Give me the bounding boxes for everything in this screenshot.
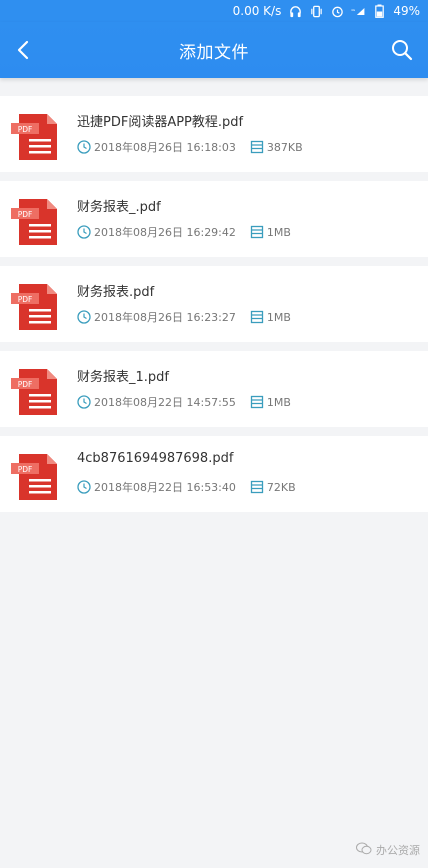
file-date: 2018年08月22日 14:57:55	[94, 396, 236, 409]
clock-icon	[77, 480, 91, 494]
file-date: 2018年08月26日 16:23:27	[94, 311, 236, 324]
pdf-icon-label: PDF	[18, 125, 33, 134]
status-bar: 0.00 K/s 4G 49%	[0, 0, 428, 22]
headphones-icon	[288, 4, 302, 18]
pdf-icon-label: PDF	[18, 380, 33, 389]
file-meta: 2018年08月26日 16:29:42 1MB	[77, 223, 291, 241]
file-name: 4cb8761694987698.pdf	[77, 451, 234, 466]
pdf-icon-label: PDF	[18, 210, 33, 219]
clock-icon	[77, 225, 91, 239]
svg-text:4G: 4G	[351, 7, 356, 11]
file-size: 387KB	[266, 140, 303, 154]
storage-icon	[250, 480, 264, 494]
search-icon[interactable]	[388, 36, 416, 64]
file-size: 1MB	[266, 225, 291, 239]
file-date: 2018年08月26日 16:29:42	[94, 226, 236, 239]
chevron-left-icon[interactable]	[10, 36, 38, 64]
file-list-item[interactable]: PDF 迅捷PDF阅读器APP教程.pdf 2018年08月26日 16:18:…	[0, 96, 428, 172]
file-list-item[interactable]: PDF 财务报表_1.pdf 2018年08月22日 14:57:55 1MB	[0, 351, 428, 427]
file-meta: 2018年08月26日 16:18:03 387KB	[77, 138, 303, 156]
vibrate-icon	[309, 4, 323, 18]
file-name: 财务报表_1.pdf	[77, 370, 169, 385]
battery-percent: 49%	[393, 4, 420, 18]
file-date: 2018年08月26日 16:18:03	[94, 141, 236, 154]
battery-icon	[372, 4, 386, 18]
file-size: 1MB	[266, 310, 291, 324]
pdf-file-icon: PDF	[11, 114, 59, 160]
file-list-item[interactable]: PDF 财务报表_.pdf 2018年08月26日 16:29:42 1MB	[0, 181, 428, 257]
file-meta: 2018年08月22日 14:57:55 1MB	[77, 393, 291, 411]
file-list-item[interactable]: PDF 财务报表.pdf 2018年08月26日 16:23:27 1MB	[0, 266, 428, 342]
signal-icon: 4G	[351, 4, 365, 18]
network-speed: 0.00 K/s	[232, 4, 282, 18]
file-list-item[interactable]: PDF 4cb8761694987698.pdf 2018年08月22日 16:…	[0, 436, 428, 512]
storage-icon	[250, 225, 264, 239]
storage-icon	[250, 140, 264, 154]
watermark-text: 办公资源	[376, 844, 420, 857]
page-title: 添加文件	[179, 42, 249, 63]
clock-icon	[77, 395, 91, 409]
storage-icon	[250, 395, 264, 409]
pdf-file-icon: PDF	[11, 369, 59, 415]
storage-icon	[250, 310, 264, 324]
pdf-icon-label: PDF	[18, 295, 33, 304]
file-meta: 2018年08月22日 16:53:40 72KB	[77, 478, 296, 496]
app-bar: 添加文件	[0, 22, 428, 78]
pdf-file-icon: PDF	[11, 454, 59, 500]
watermark: 办公资源	[356, 842, 420, 858]
pdf-file-icon: PDF	[11, 284, 59, 330]
clock-icon	[77, 140, 91, 154]
pdf-icon-label: PDF	[18, 465, 33, 474]
file-name: 迅捷PDF阅读器APP教程.pdf	[77, 115, 244, 130]
alarm-icon	[330, 4, 344, 18]
wechat-icon	[356, 842, 372, 858]
file-size: 1MB	[266, 395, 291, 409]
file-date: 2018年08月22日 16:53:40	[94, 481, 236, 494]
file-size: 72KB	[266, 480, 296, 494]
file-meta: 2018年08月26日 16:23:27 1MB	[77, 308, 291, 326]
file-name: 财务报表.pdf	[77, 285, 155, 300]
pdf-file-icon: PDF	[11, 199, 59, 245]
clock-icon	[77, 310, 91, 324]
file-name: 财务报表_.pdf	[77, 200, 161, 215]
